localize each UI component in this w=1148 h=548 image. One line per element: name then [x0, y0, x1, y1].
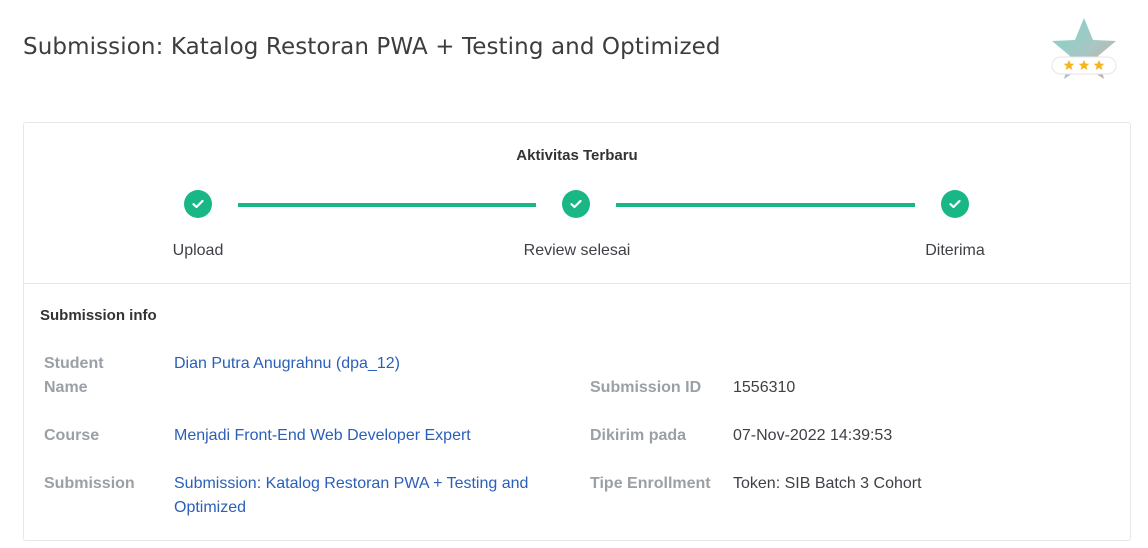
- sent-at-label: Dikirim pada: [590, 427, 687, 444]
- activity-section: Aktivitas Terbaru Upload Review selesai …: [24, 123, 1130, 284]
- submission-label: Submission: [44, 475, 135, 492]
- student-name-label: Student Name: [44, 355, 104, 396]
- submission-link[interactable]: Submission: Katalog Restoran PWA + Testi…: [174, 472, 554, 520]
- student-name-link[interactable]: Dian Putra Anugrahnu (dpa_12): [174, 352, 574, 376]
- submission-id-value: 1556310: [733, 379, 796, 396]
- step-label-review: Review selesai: [523, 242, 631, 259]
- submission-id-label: Submission ID: [590, 379, 702, 396]
- step-label-accepted: Diterima: [925, 242, 985, 259]
- submission-card: Aktivitas Terbaru Upload Review selesai …: [23, 122, 1131, 541]
- page-title: Submission: Katalog Restoran PWA + Testi…: [23, 34, 721, 60]
- course-link[interactable]: Menjadi Front-End Web Developer Expert: [174, 424, 574, 448]
- progress-line-1: [238, 203, 536, 207]
- sent-at-value: 07-Nov-2022 14:39:53: [733, 427, 893, 444]
- progress-line-2: [616, 203, 915, 207]
- step-label-upload: Upload: [172, 242, 224, 259]
- step-review-check-icon: [562, 190, 590, 218]
- enrollment-value: Token: SIB Batch 3 Cohort: [733, 475, 922, 492]
- step-upload-check-icon: [184, 190, 212, 218]
- enrollment-label: Tipe Enrollment: [590, 475, 711, 492]
- step-accepted-check-icon: [941, 190, 969, 218]
- submission-info-title: Submission info: [40, 307, 157, 324]
- course-label: Course: [44, 427, 100, 444]
- star-rating-badge-icon: [1048, 16, 1120, 84]
- activity-title: Aktivitas Terbaru: [516, 147, 638, 164]
